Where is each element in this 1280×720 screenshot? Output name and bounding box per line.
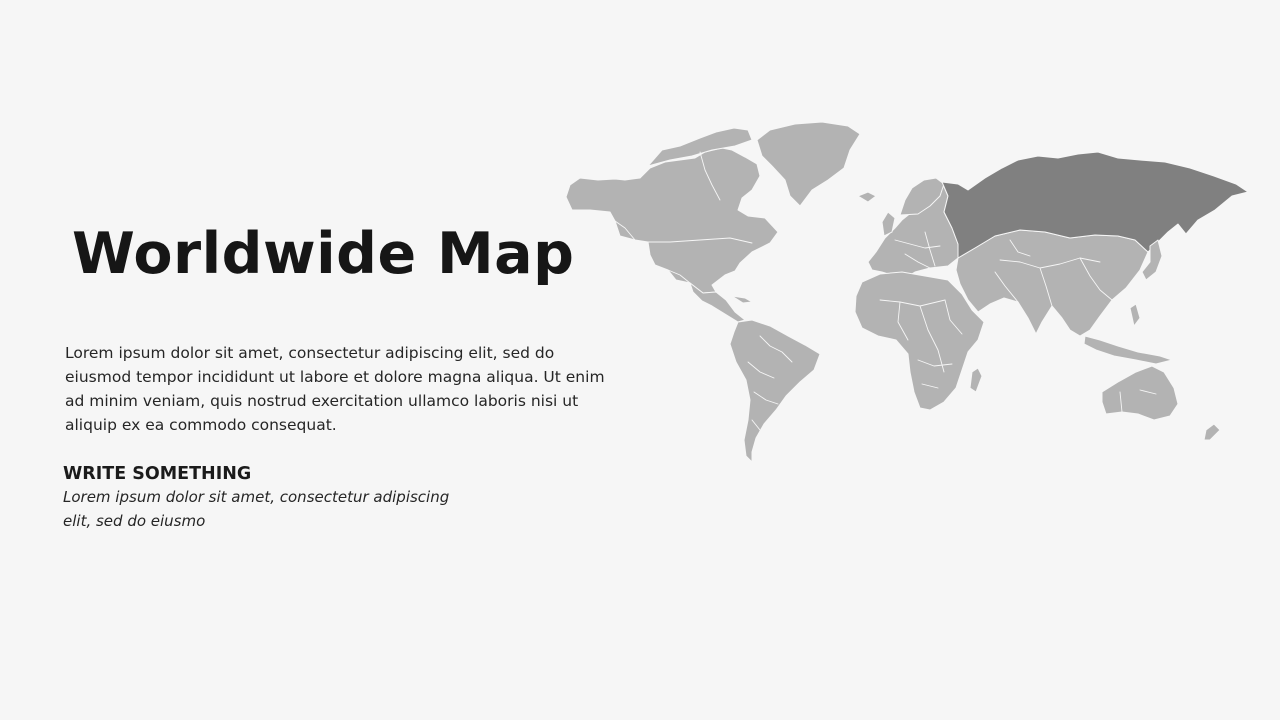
slide: Worldwide Map Lorem ipsum dolor sit amet… [0, 0, 1280, 720]
region-asia [955, 229, 1149, 337]
region-southeast-asia-islands [1083, 335, 1173, 365]
region-central-america [689, 282, 746, 323]
subheading: WRITE SOMETHING [63, 464, 252, 484]
region-iceland [857, 191, 877, 203]
world-map [565, 121, 1249, 463]
region-south-america [729, 319, 821, 463]
region-caribbean [731, 295, 753, 304]
region-greenland [756, 121, 861, 207]
region-philippines [1129, 303, 1141, 327]
body-paragraph: Lorem ipsum dolor sit amet, consectetur … [65, 344, 605, 434]
slide-title: Worldwide Map [72, 221, 575, 287]
subheading-text: Lorem ipsum dolor sit amet, consectetur … [63, 488, 450, 530]
region-australia [1101, 365, 1179, 421]
region-new-zealand [1203, 423, 1221, 441]
region-madagascar [969, 367, 983, 393]
